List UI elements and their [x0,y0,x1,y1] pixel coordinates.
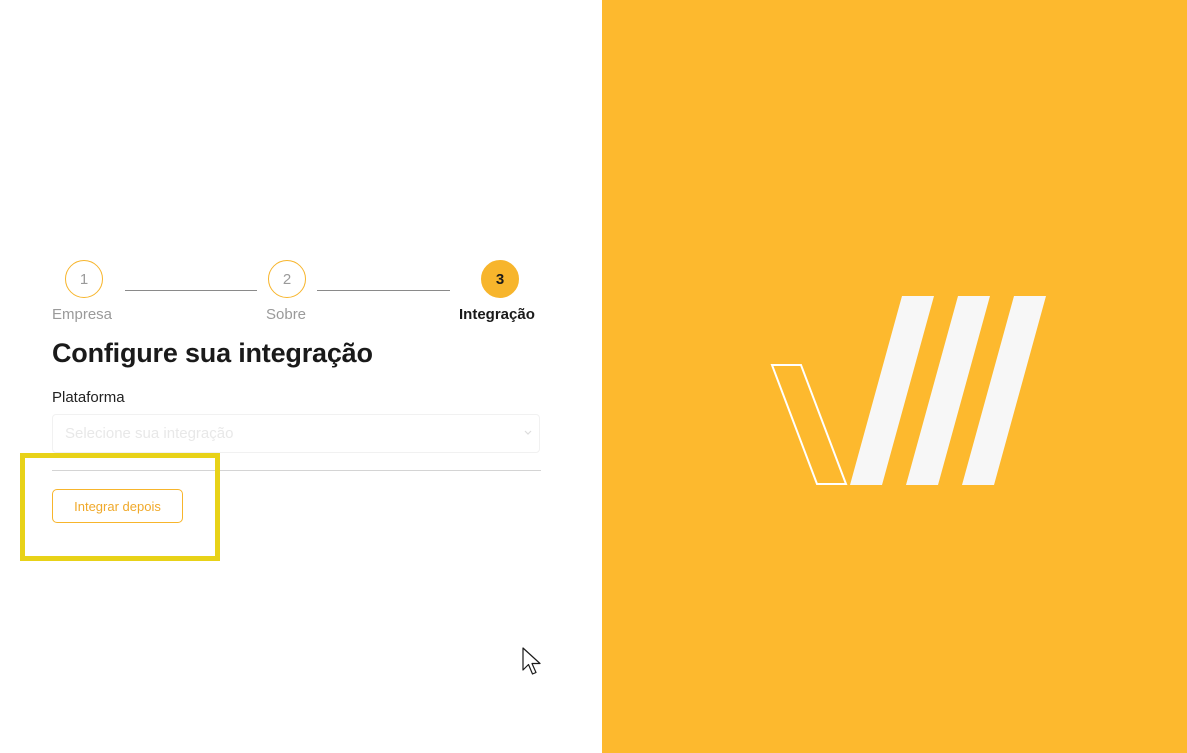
brand-panel [602,0,1187,753]
onboarding-page: 1 2 3 Empresa Sobre Integração Configure… [0,0,1187,753]
brand-logo-icon [770,295,1050,495]
platform-label: Plataforma [52,389,125,406]
step-3-number: 3 [495,270,505,288]
step-2-label: Sobre [266,306,307,323]
mouse-pointer-icon [522,647,544,682]
step-3-label: Integração [459,306,535,323]
step-1-label: Empresa [52,306,113,323]
step-1-number: 1 [79,270,89,288]
integrate-later-button[interactable]: Integrar depois [52,489,183,523]
form-panel: 1 2 3 Empresa Sobre Integração Configure… [0,0,602,753]
step-2-circle[interactable]: 2 [268,260,306,298]
chevron-down-icon [523,426,533,443]
step-2-number: 2 [282,270,292,288]
form-divider [52,470,541,471]
step-connector-2 [317,290,450,291]
page-title: Configure sua integração [52,338,373,368]
platform-select[interactable]: Selecione sua integração [52,414,540,453]
platform-select-placeholder: Selecione sua integração [65,425,234,442]
step-connector-1 [125,290,257,291]
step-3-circle[interactable]: 3 [481,260,519,298]
step-1-circle[interactable]: 1 [65,260,103,298]
